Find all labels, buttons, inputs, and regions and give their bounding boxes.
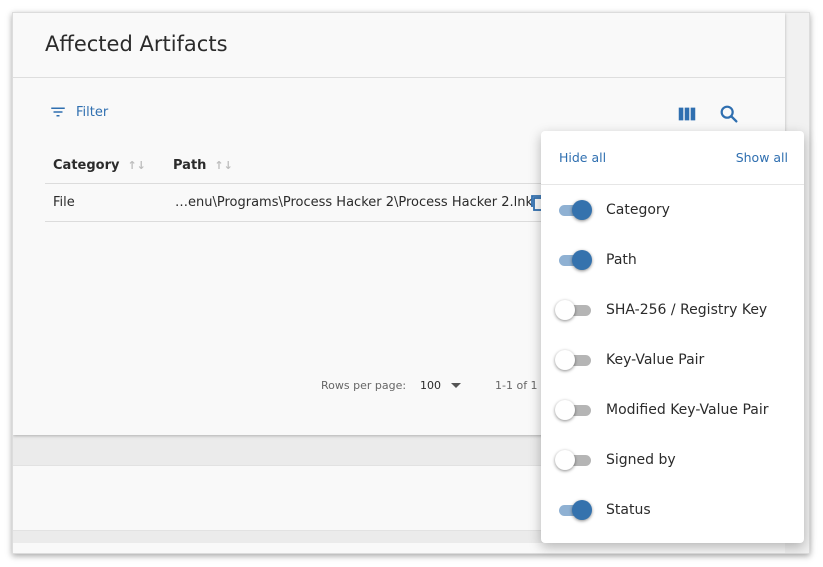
caret-down-icon	[451, 383, 461, 388]
search-icon[interactable]	[718, 103, 740, 125]
column-header-label: Category	[53, 158, 120, 173]
card-title: Affected Artifacts	[45, 32, 228, 56]
filter-label: Filter	[76, 104, 109, 120]
section-band	[13, 543, 785, 553]
menu-header: Hide all Show all	[541, 131, 804, 185]
rows-per-page-label: Rows per page:	[321, 379, 407, 392]
cell-path: …enu\Programs\Process Hacker 2\Process H…	[175, 195, 534, 210]
toggle-label: Status	[606, 502, 651, 518]
column-toggle-sha256[interactable]: SHA-256 / Registry Key	[555, 296, 795, 324]
toggle-switch[interactable]	[555, 449, 593, 471]
column-header-path[interactable]: Path ↑↓	[173, 158, 233, 173]
sort-icon: ↑↓	[127, 159, 146, 172]
toggle-switch[interactable]	[555, 249, 593, 271]
column-toggle-path[interactable]: Path	[555, 246, 795, 274]
toggle-switch[interactable]	[555, 349, 593, 371]
divider	[13, 77, 785, 78]
column-toggle-key-value[interactable]: Key-Value Pair	[555, 346, 795, 374]
rows-per-page-value: 100	[420, 379, 441, 392]
toggle-switch[interactable]	[555, 499, 593, 521]
filter-icon	[51, 107, 65, 117]
column-toggle-signed-by[interactable]: Signed by	[555, 446, 795, 474]
rows-per-page-select[interactable]: 100	[420, 379, 461, 392]
toggle-label: SHA-256 / Registry Key	[606, 302, 768, 318]
toggle-label: Modified Key-Value Pair	[606, 402, 769, 418]
cell-category: File	[53, 195, 75, 210]
column-visibility-menu: Hide all Show all Category Path SHA-256 …	[541, 131, 804, 543]
toggle-label: Path	[606, 252, 637, 268]
toggle-switch[interactable]	[555, 399, 593, 421]
column-toggle-category[interactable]: Category	[555, 196, 795, 224]
pagination-range: 1-1 of 1	[495, 379, 538, 392]
toggle-switch[interactable]	[555, 299, 593, 321]
toggle-label: Signed by	[606, 452, 676, 468]
column-toggle-modified-key-value[interactable]: Modified Key-Value Pair	[555, 396, 795, 424]
toggle-label: Category	[606, 202, 670, 218]
hide-all-button[interactable]: Hide all	[559, 150, 606, 165]
column-header-category[interactable]: Category ↑↓	[53, 158, 146, 173]
column-header-label: Path	[173, 158, 207, 173]
show-all-button[interactable]: Show all	[736, 150, 788, 165]
view-column-icon[interactable]	[676, 103, 698, 125]
toggle-label: Key-Value Pair	[606, 352, 705, 368]
sort-icon: ↑↓	[214, 159, 233, 172]
column-toggle-status[interactable]: Status	[555, 496, 795, 524]
toggle-switch[interactable]	[555, 199, 593, 221]
filter-button[interactable]: Filter	[49, 103, 108, 121]
